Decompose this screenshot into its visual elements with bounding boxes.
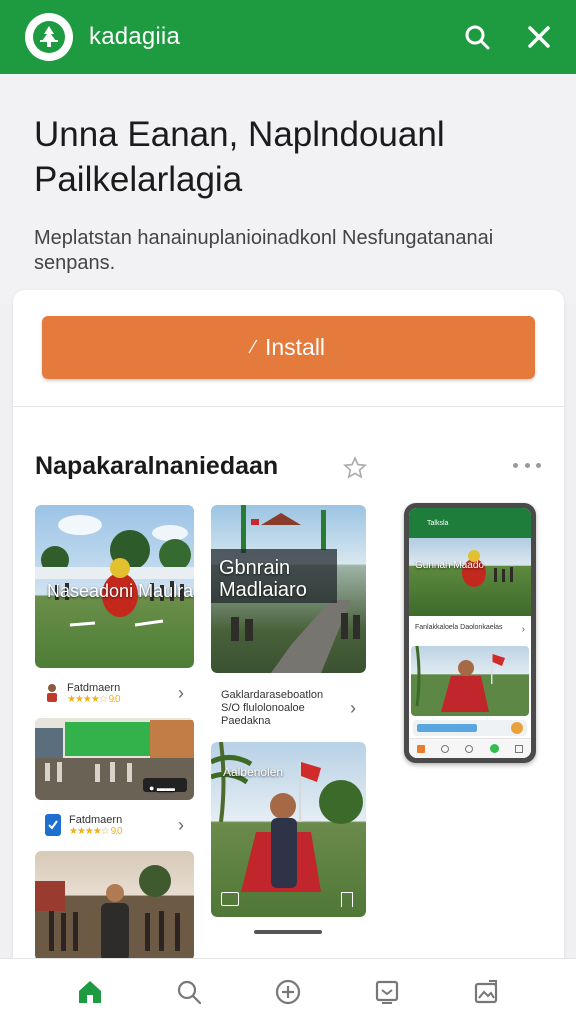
tile-badge: ● ▬▬ [149,783,175,793]
app-logo-icon[interactable] [25,13,73,61]
section-title: Napakaralnaniedaan [35,452,279,480]
more-dots-icon[interactable] [513,458,541,472]
nav-gallery-icon[interactable] [466,972,506,1012]
chevron-right-icon: › [178,682,184,703]
phone-photo-2 [411,646,529,716]
list-item[interactable]: Fatdmaern ★★★★☆ 9.0 › [35,805,194,845]
list-item[interactable]: Fatdmaern ★★★★☆ 9.0 › [35,673,194,713]
item-rating: ★★★★☆ 9.0 [69,825,123,837]
nav-inbox-icon[interactable] [367,972,407,1012]
chevron-right-icon: › [178,814,184,835]
phone-header: Talksla [409,508,531,538]
bottom-navigation [0,958,576,1024]
app-detail-card: ⁄ Install Napakaralnaniedaan Naseadoni M… [13,290,564,980]
ceremony-photo: Gbnrain Madlaiaro [211,505,366,673]
phone-chip-row [413,720,527,736]
close-icon[interactable] [522,20,556,54]
gallery-tile-ceremony[interactable]: Gbnrain Madlaiaro [211,505,366,673]
chevron-right-icon: › [350,697,356,718]
phone-photo: Gunnah Maado [409,538,531,616]
gallery-tile-student[interactable] [35,851,194,961]
item-rating: ★★★★☆ 9.0 [67,693,121,705]
nav-home-icon[interactable] [70,972,110,1012]
phone-bottom-nav [409,738,531,758]
phone-list-row: Fanlakkaloela Daolonkaelas › [409,620,531,644]
flag-photo: Aalbenolen [211,742,366,917]
tile-overlay-text: Gbnrain Madlaiaro [219,557,307,601]
star-outline-icon[interactable] [343,456,367,480]
divider [13,406,564,407]
item-name: Fatdmaern [69,813,123,826]
image-icon[interactable] [221,892,239,906]
item-name: Fatdmaern [67,681,121,694]
festival-photo: Naseadoni Maulra [35,505,194,668]
nav-add-circle-icon[interactable] [268,972,308,1012]
install-label: Install [264,334,326,360]
chevron-right-icon: › [521,624,525,635]
phone-overlay-text: Gunnah Maado [415,560,484,571]
school-photo: ● ▬▬ [35,718,194,800]
gallery-tile-flag[interactable]: Aalbenolen [211,742,366,917]
phone-header-title: Talksla [427,519,449,527]
install-button[interactable]: ⁄ Install [42,316,535,379]
item-description: Gaklardaraseboatlon S/O flulolonoaloe Pa… [221,688,324,727]
phone-screen: Talksla Gunnah Maado Fanlakkaloela Daolo… [409,508,531,758]
top-app-bar: kadagiia [0,0,576,74]
install-icon: ⁄ [251,337,255,357]
page-title: Unna Eanan, Naplndouanl Pailkelarlagia [34,115,445,199]
gallery-tile-school[interactable]: ● ▬▬ [35,718,194,800]
phone-preview[interactable]: Talksla Gunnah Maado Fanlakkaloela Daolo… [404,503,536,763]
phone-row-text: Fanlakkaloela Daolonkaelas [415,624,503,631]
scroll-indicator [254,930,322,934]
person-icon [47,684,57,702]
list-item[interactable]: Gaklardaraseboatlon S/O flulolonoaloe Pa… [211,677,366,739]
app-badge-icon [45,814,61,836]
tile-overlay-text: Naseadoni Maulra [47,581,194,601]
search-icon[interactable] [460,20,494,54]
nav-search-icon[interactable] [169,972,209,1012]
hero-section: Unna Eanan, Naplndouanl Pailkelarlagia M… [0,74,576,304]
gallery-tile-festival[interactable]: Naseadoni Maulra [35,505,194,668]
bookmark-icon[interactable] [341,892,353,907]
app-name: kadagiia [89,23,181,50]
student-photo [35,851,194,961]
page-subtitle: Meplatstan hanainuplanioinadkonl Nesfung… [34,227,494,274]
tile-overlay-text: Aalbenolen [223,765,284,779]
